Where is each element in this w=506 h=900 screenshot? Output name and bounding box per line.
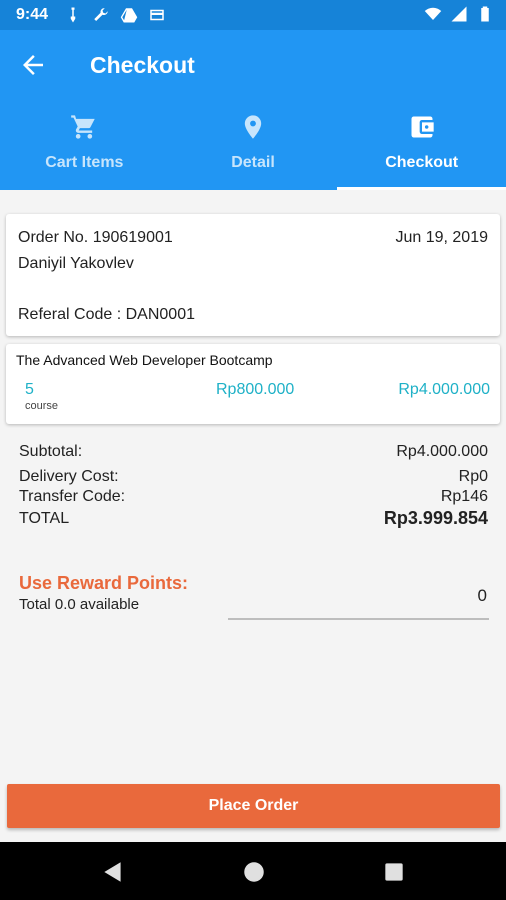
page-title: Checkout [90,52,195,78]
card-icon [150,9,164,21]
app-bar: Checkout Cart Items Detail Checkout [0,30,506,190]
delivery-label: Delivery Cost: [19,468,119,485]
tab-label-cart-items: Cart Items [45,154,124,171]
nav-recents-icon[interactable] [381,859,407,885]
transfer-value: Rp146 [440,488,488,505]
order-number: Order No. 190619001 [18,229,173,246]
place-order-button[interactable]: Place Order [7,784,500,828]
reward-points-available: Total 0.0 available [19,596,140,613]
tab-label-checkout: Checkout [385,154,459,171]
tab-label-detail: Detail [231,154,275,171]
order-date: Jun 19, 2019 [395,229,488,246]
item-line-total: Rp4.000.000 [398,381,490,398]
tab-detail[interactable]: Detail [169,108,338,190]
status-bar: 9:44 [0,0,506,30]
status-system-icons [424,5,494,23]
item-unit: course [25,400,59,412]
transfer-label: Transfer Code: [19,488,126,505]
status-notification-icons [64,6,166,24]
total-label: TOTAL [19,510,70,527]
reward-points-input[interactable] [228,574,489,620]
system-nav-bar [0,842,506,900]
nav-back-icon[interactable] [100,859,126,885]
signal-icon [451,6,467,22]
arrow-left-icon [23,55,43,75]
customer-name: Daniyil Yakovlev [18,255,134,272]
item-quantity: 5 [25,381,34,398]
tab-checkout[interactable]: Checkout [337,108,506,190]
item-price: Rp800.000 [216,381,295,398]
subtotal-value: Rp4.000.000 [396,443,488,460]
location-pin-icon [244,115,262,139]
course-title: The Advanced Web Developer Bootcamp [16,352,273,368]
total-value: Rp3.999.854 [383,508,488,528]
battery-icon [481,6,489,22]
delivery-value: Rp0 [458,468,488,485]
usb-icon [70,7,76,23]
tab-cart-items[interactable]: Cart Items [0,108,169,190]
back-button[interactable] [18,50,54,80]
referal-code: Referal Code : DAN0001 [18,306,195,323]
checkout-tabs: Cart Items Detail Checkout [0,108,506,190]
cart-icon [71,115,96,139]
subtotal-label: Subtotal: [19,443,83,460]
nav-home-icon[interactable] [241,859,267,885]
cart-item-card: The Advanced Web Developer Bootcamp 5 co… [6,344,500,424]
wrench-icon [94,8,108,21]
status-time: 9:44 [16,6,49,23]
reward-points-title: Use Reward Points: [19,573,189,593]
drive-icon [120,8,138,23]
wifi-icon [424,7,442,20]
order-info-card: Order No. 190619001 Jun 19, 2019 Daniyil… [6,214,500,336]
wallet-icon [411,116,434,138]
